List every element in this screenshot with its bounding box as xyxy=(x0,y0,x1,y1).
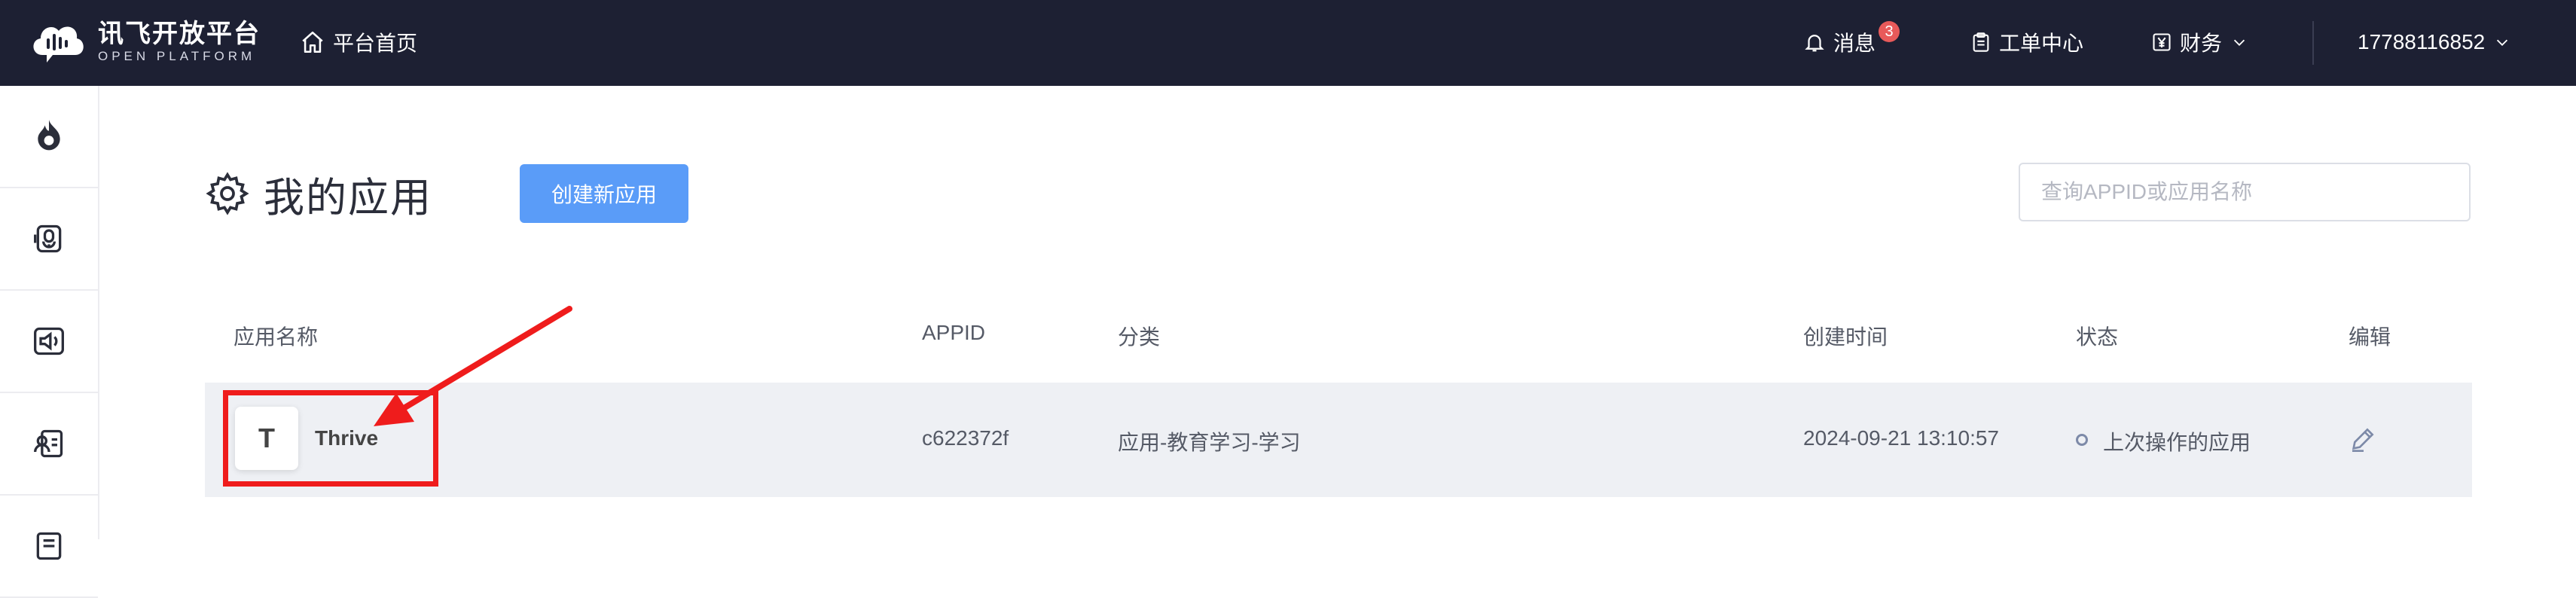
annotation-highlight-box xyxy=(223,390,438,487)
sidebar-item-3[interactable] xyxy=(0,291,98,393)
chevron-down-icon xyxy=(2233,39,2245,46)
page-title: 我的应用 xyxy=(264,175,432,221)
nav-finance-dropdown[interactable]: 财务 xyxy=(2151,23,2255,62)
brand-subtitle: OPEN PLATFORM xyxy=(98,49,256,63)
nav-home-label: 平台首页 xyxy=(333,32,418,55)
chevron-down-icon xyxy=(2497,39,2508,46)
brand-name: 讯飞开放平台 xyxy=(98,20,261,48)
home-icon xyxy=(302,31,323,53)
yen-icon xyxy=(2153,33,2171,51)
sidebar-item-4[interactable] xyxy=(0,393,98,496)
column-header-name: 应用名称 xyxy=(233,325,319,349)
search-input[interactable] xyxy=(2019,163,2471,221)
person-id-icon xyxy=(34,429,63,458)
gear-icon xyxy=(206,172,249,215)
nav-tickets[interactable]: 工单中心 xyxy=(1970,23,2083,62)
column-header-appid: APPID xyxy=(922,321,986,344)
nav-messages-label: 消息 xyxy=(1833,32,1876,55)
app-status: 上次操作的应用 xyxy=(2103,431,2251,454)
app-appid: c622372f xyxy=(922,426,1009,450)
flame-icon xyxy=(38,120,60,151)
pencil-icon xyxy=(2352,428,2374,452)
document-icon xyxy=(36,532,62,560)
app-category: 应用-教育学习-学习 xyxy=(1118,431,1301,454)
top-bar: 讯飞开放平台 OPEN PLATFORM 平台首页 消息 3 工单中心 财务 1… xyxy=(0,0,2576,86)
sidebar-item-5[interactable] xyxy=(0,496,98,598)
status-dot-icon xyxy=(2076,434,2088,446)
column-header-category: 分类 xyxy=(1118,325,1161,349)
logo-cloud-icon xyxy=(27,17,87,67)
account-menu[interactable]: 17788116852 xyxy=(2358,23,2518,62)
nav-finance-label: 财务 xyxy=(2180,32,2223,55)
create-app-button[interactable]: 创建新应用 xyxy=(520,164,688,223)
column-header-created: 创建时间 xyxy=(1803,325,1888,349)
nav-tickets-label: 工单中心 xyxy=(1999,32,2084,55)
nav-messages[interactable]: 消息 3 xyxy=(1803,21,1900,62)
account-phone: 17788116852 xyxy=(2358,30,2486,53)
voice-recorder-icon xyxy=(34,224,62,253)
brand-logo[interactable]: 讯飞开放平台 OPEN PLATFORM xyxy=(27,15,261,69)
column-header-edit: 编辑 xyxy=(2349,325,2391,349)
sidebar xyxy=(0,86,99,598)
topbar-divider xyxy=(2312,21,2314,65)
bell-icon xyxy=(1805,35,1824,52)
sidebar-item-1[interactable] xyxy=(0,86,98,188)
speaker-icon xyxy=(34,327,64,355)
app-created-time: 2024-09-21 13:10:57 xyxy=(1803,426,1999,450)
sidebar-item-2[interactable] xyxy=(0,188,98,291)
messages-count-badge: 3 xyxy=(1879,21,1900,42)
nav-home-link[interactable]: 平台首页 xyxy=(300,23,417,62)
edit-button[interactable] xyxy=(2349,423,2379,457)
page-header: 我的应用 xyxy=(205,160,432,227)
column-header-status: 状态 xyxy=(2076,325,2119,349)
clipboard-icon xyxy=(1973,32,1989,52)
